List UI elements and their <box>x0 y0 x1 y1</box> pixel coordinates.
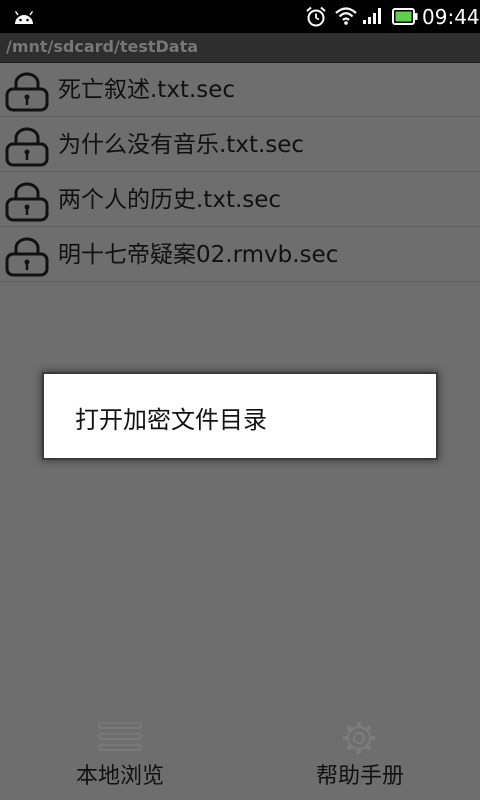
list-icon <box>98 722 142 751</box>
file-name: 明十七帝疑案02.rmvb.sec <box>58 242 339 268</box>
battery-icon <box>392 8 418 25</box>
local-browse-button[interactable]: 本地浏览 <box>0 712 240 800</box>
file-name: 两个人的历史.txt.sec <box>58 187 282 213</box>
path-bar: /mnt/sdcard/testData <box>0 33 480 63</box>
alarm-icon <box>306 6 326 27</box>
file-list: 死亡叙述.txt.sec 为什么没有音乐.txt.sec 两个人的历史.txt.… <box>0 62 480 282</box>
wifi-icon <box>335 7 357 25</box>
context-menu-dialog: 打开加密文件目录 <box>44 374 436 458</box>
lock-icon <box>5 72 49 112</box>
file-name: 死亡叙述.txt.sec <box>58 77 236 103</box>
status-bar: 09:44 <box>0 0 480 33</box>
status-time: 09:44 <box>422 5 480 29</box>
file-row[interactable]: 明十七帝疑案02.rmvb.sec <box>0 227 480 282</box>
file-row[interactable]: 死亡叙述.txt.sec <box>0 62 480 117</box>
gear-icon <box>343 722 375 754</box>
signal-icon <box>363 8 381 24</box>
file-name: 为什么没有音乐.txt.sec <box>58 132 305 158</box>
local-browse-label: 本地浏览 <box>75 764 164 789</box>
help-manual-button[interactable]: 帮助手册 <box>240 712 480 800</box>
file-row[interactable]: 两个人的历史.txt.sec <box>0 172 480 227</box>
lock-icon <box>5 237 49 277</box>
help-manual-label: 帮助手册 <box>315 764 404 789</box>
open-encrypted-dir-item[interactable]: 打开加密文件目录 <box>75 400 267 435</box>
android-icon <box>14 11 34 24</box>
file-row[interactable]: 为什么没有音乐.txt.sec <box>0 117 480 172</box>
current-path: /mnt/sdcard/testData <box>6 37 199 56</box>
bottom-nav: 本地浏览 帮助手册 <box>0 712 480 800</box>
lock-icon <box>5 182 49 222</box>
lock-icon <box>5 127 49 167</box>
